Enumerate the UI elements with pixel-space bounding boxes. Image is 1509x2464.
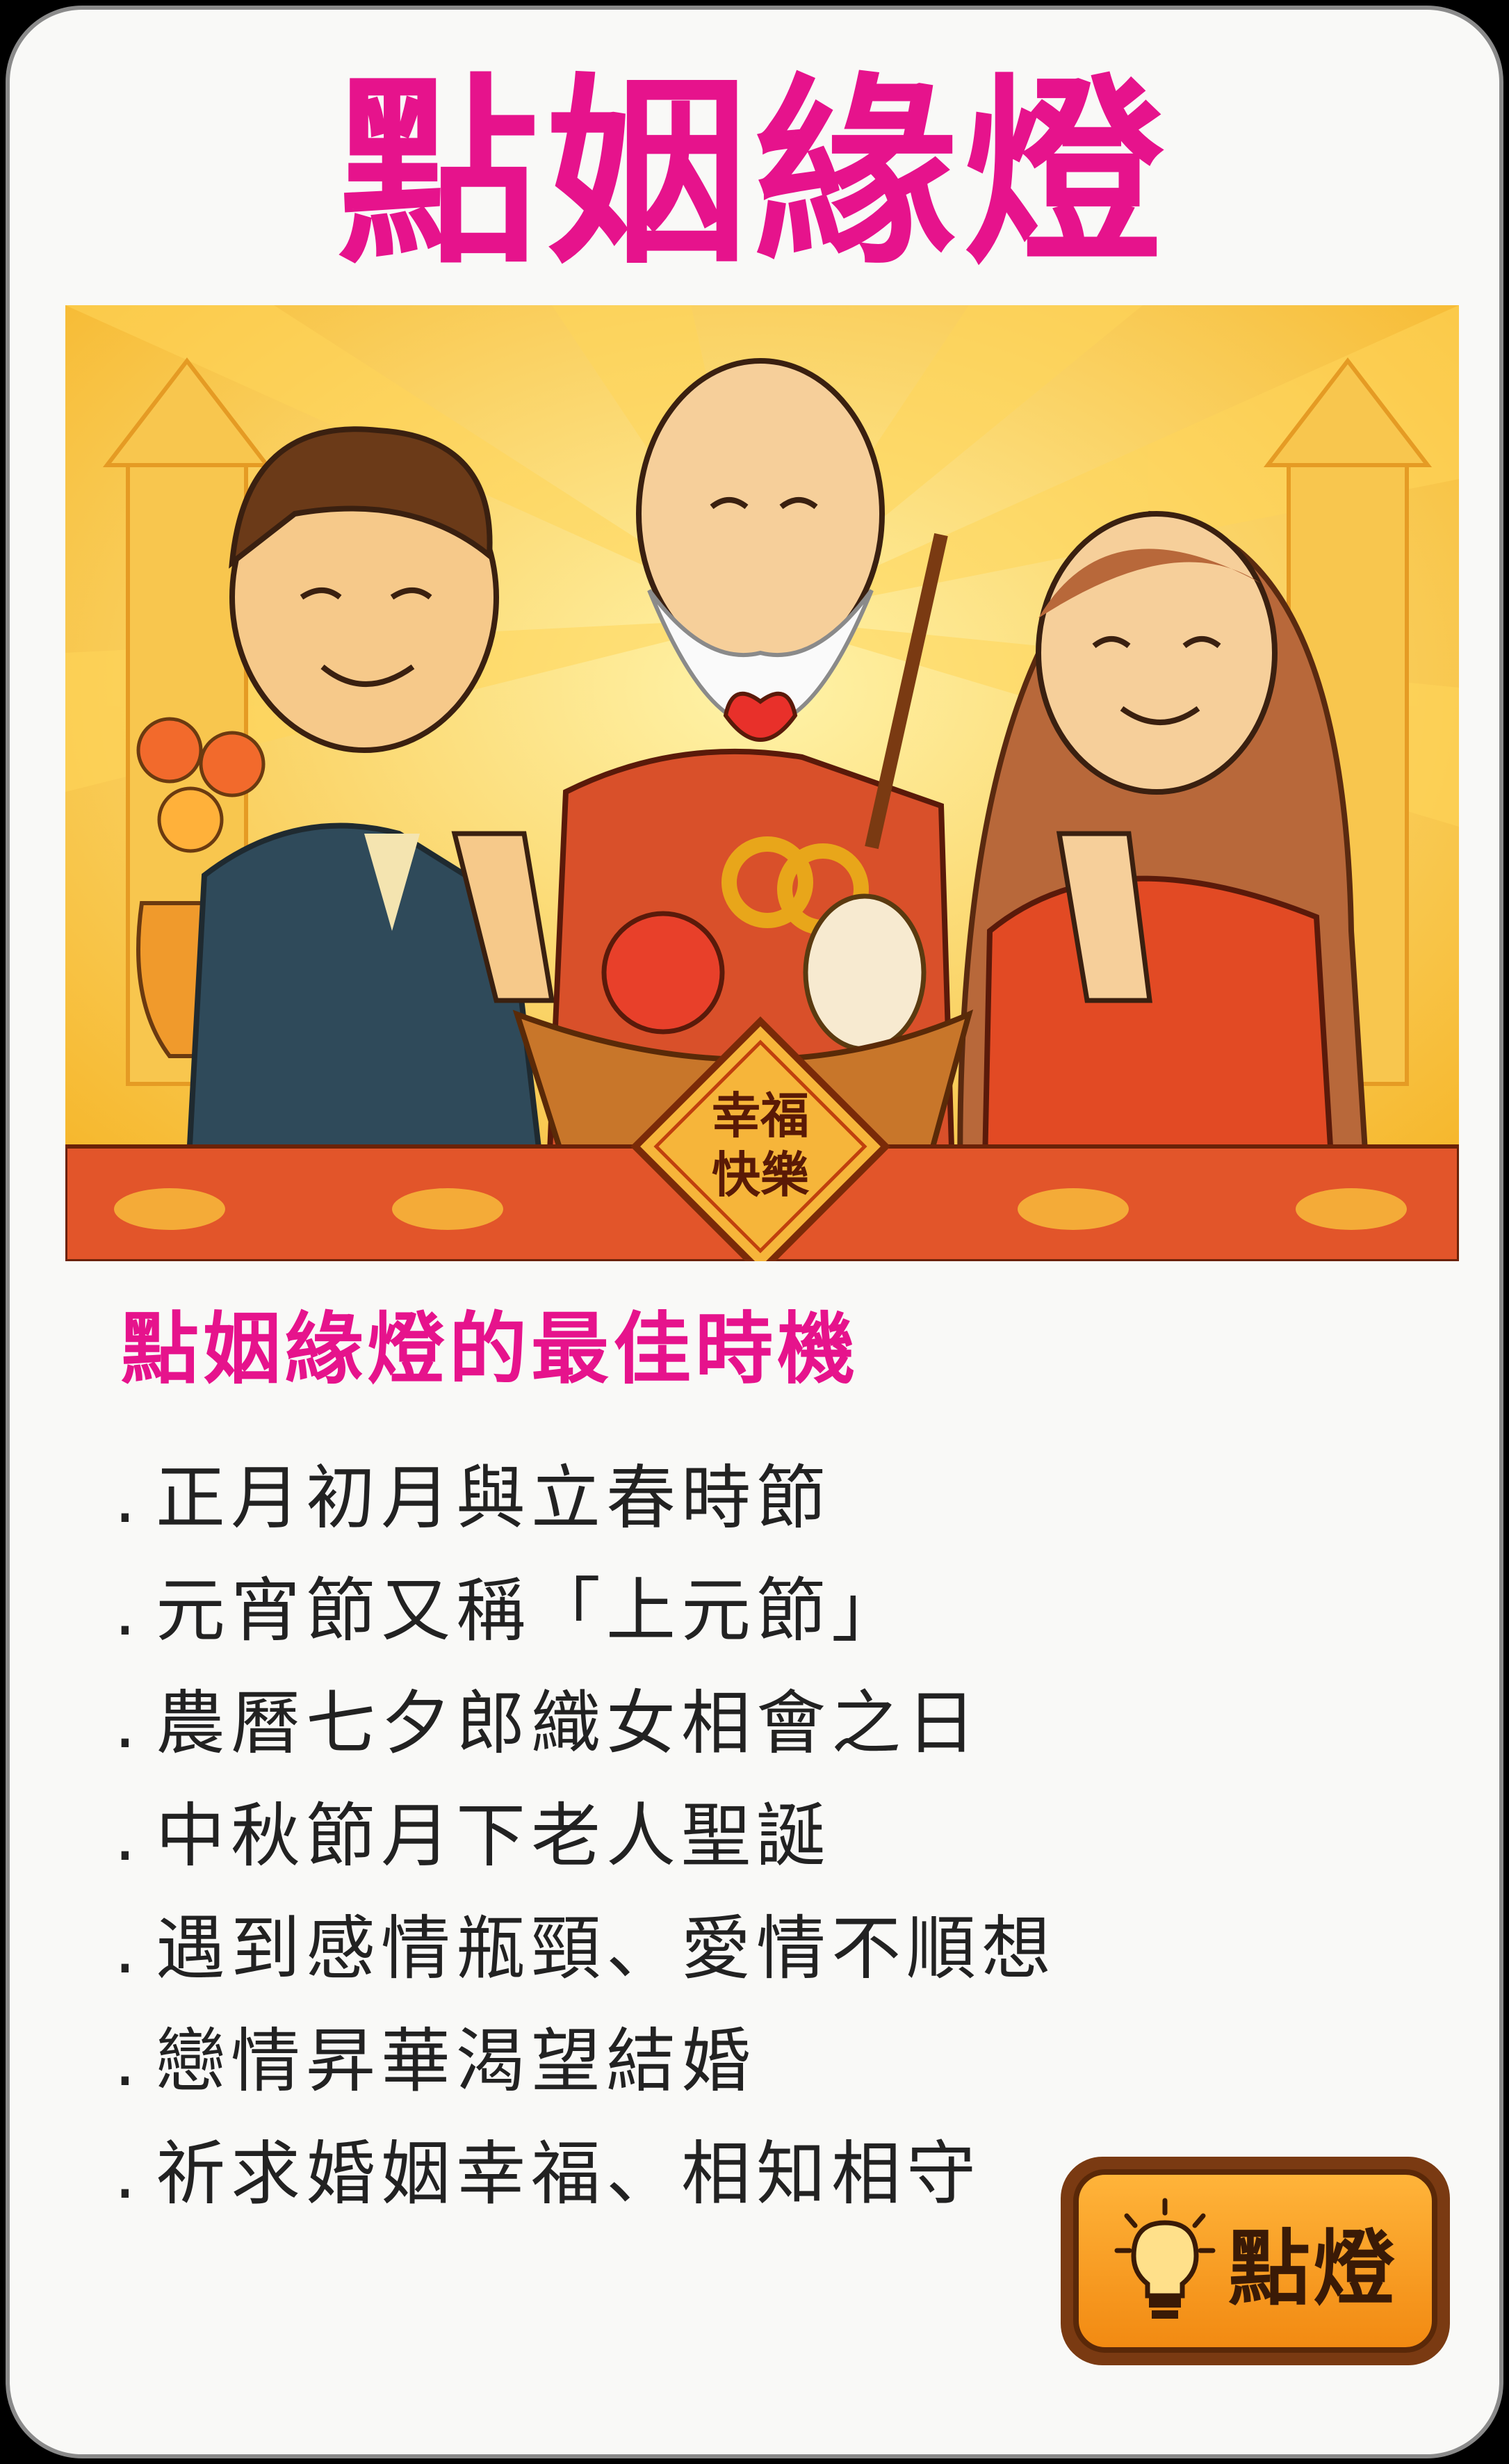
plaque-line-1: 幸福 [712, 1087, 809, 1144]
list-item-text: 遇到感情瓶頸、愛情不順想 [156, 1908, 1057, 1989]
list-item: . 祈求婚姻幸福、相知相守 [114, 2118, 1057, 2230]
page-title: 點姻緣燈 [337, 55, 1172, 291]
list-item-text: 戀情昇華渴望結婚 [156, 2020, 756, 2102]
timing-list: . 正月初月與立春時節 . 元宵節又稱「上元節」 . 農曆七夕郎織女相會之日 . 中秋節… [114, 1442, 1057, 2230]
list-item: . 中秋節月下老人聖誕 [114, 1780, 1057, 1892]
list-item: . 戀情昇華渴望結婚 [114, 2005, 1057, 2118]
list-bullet: . [114, 1683, 142, 1764]
light-lamp-button-label: 點燈 [1227, 2220, 1398, 2317]
light-bulb-icon [1114, 2198, 1216, 2319]
plaque-line-2: 快樂 [712, 1146, 810, 1203]
illustration-matchmaker-couple: 幸福 快樂 [65, 305, 1459, 1261]
light-lamp-button[interactable]: 點燈 [1061, 2157, 1450, 2365]
light-lamp-button-face[interactable]: 點燈 [1073, 2169, 1437, 2353]
list-item: . 元宵節又稱「上元節」 [114, 1555, 1057, 1667]
list-item-text: 元宵節又稱「上元節」 [156, 1570, 906, 1651]
list-item-text: 祈求婚姻幸福、相知相守 [156, 2133, 981, 2214]
list-item-text: 正月初月與立春時節 [156, 1457, 831, 1539]
list-item: . 農曆七夕郎織女相會之日 [114, 1667, 1057, 1780]
card: 點姻緣燈 幸福 快樂 點姻緣燈的最佳時機 . 正月初月與立春時節 . 元宵節又稱… [6, 6, 1503, 2458]
list-bullet: . [114, 1457, 142, 1539]
list-bullet: . [114, 1570, 142, 1651]
section-heading: 點姻緣燈的最佳時機 [121, 1304, 859, 1395]
list-bullet: . [114, 2020, 142, 2102]
list-bullet: . [114, 1908, 142, 1989]
list-bullet: . [114, 1795, 142, 1877]
list-item-text: 農曆七夕郎織女相會之日 [156, 1683, 981, 1764]
list-bullet: . [114, 2133, 142, 2214]
list-item: . 正月初月與立春時節 [114, 1442, 1057, 1555]
list-item: . 遇到感情瓶頸、愛情不順想 [114, 1892, 1057, 2005]
list-item-text: 中秋節月下老人聖誕 [156, 1795, 831, 1877]
